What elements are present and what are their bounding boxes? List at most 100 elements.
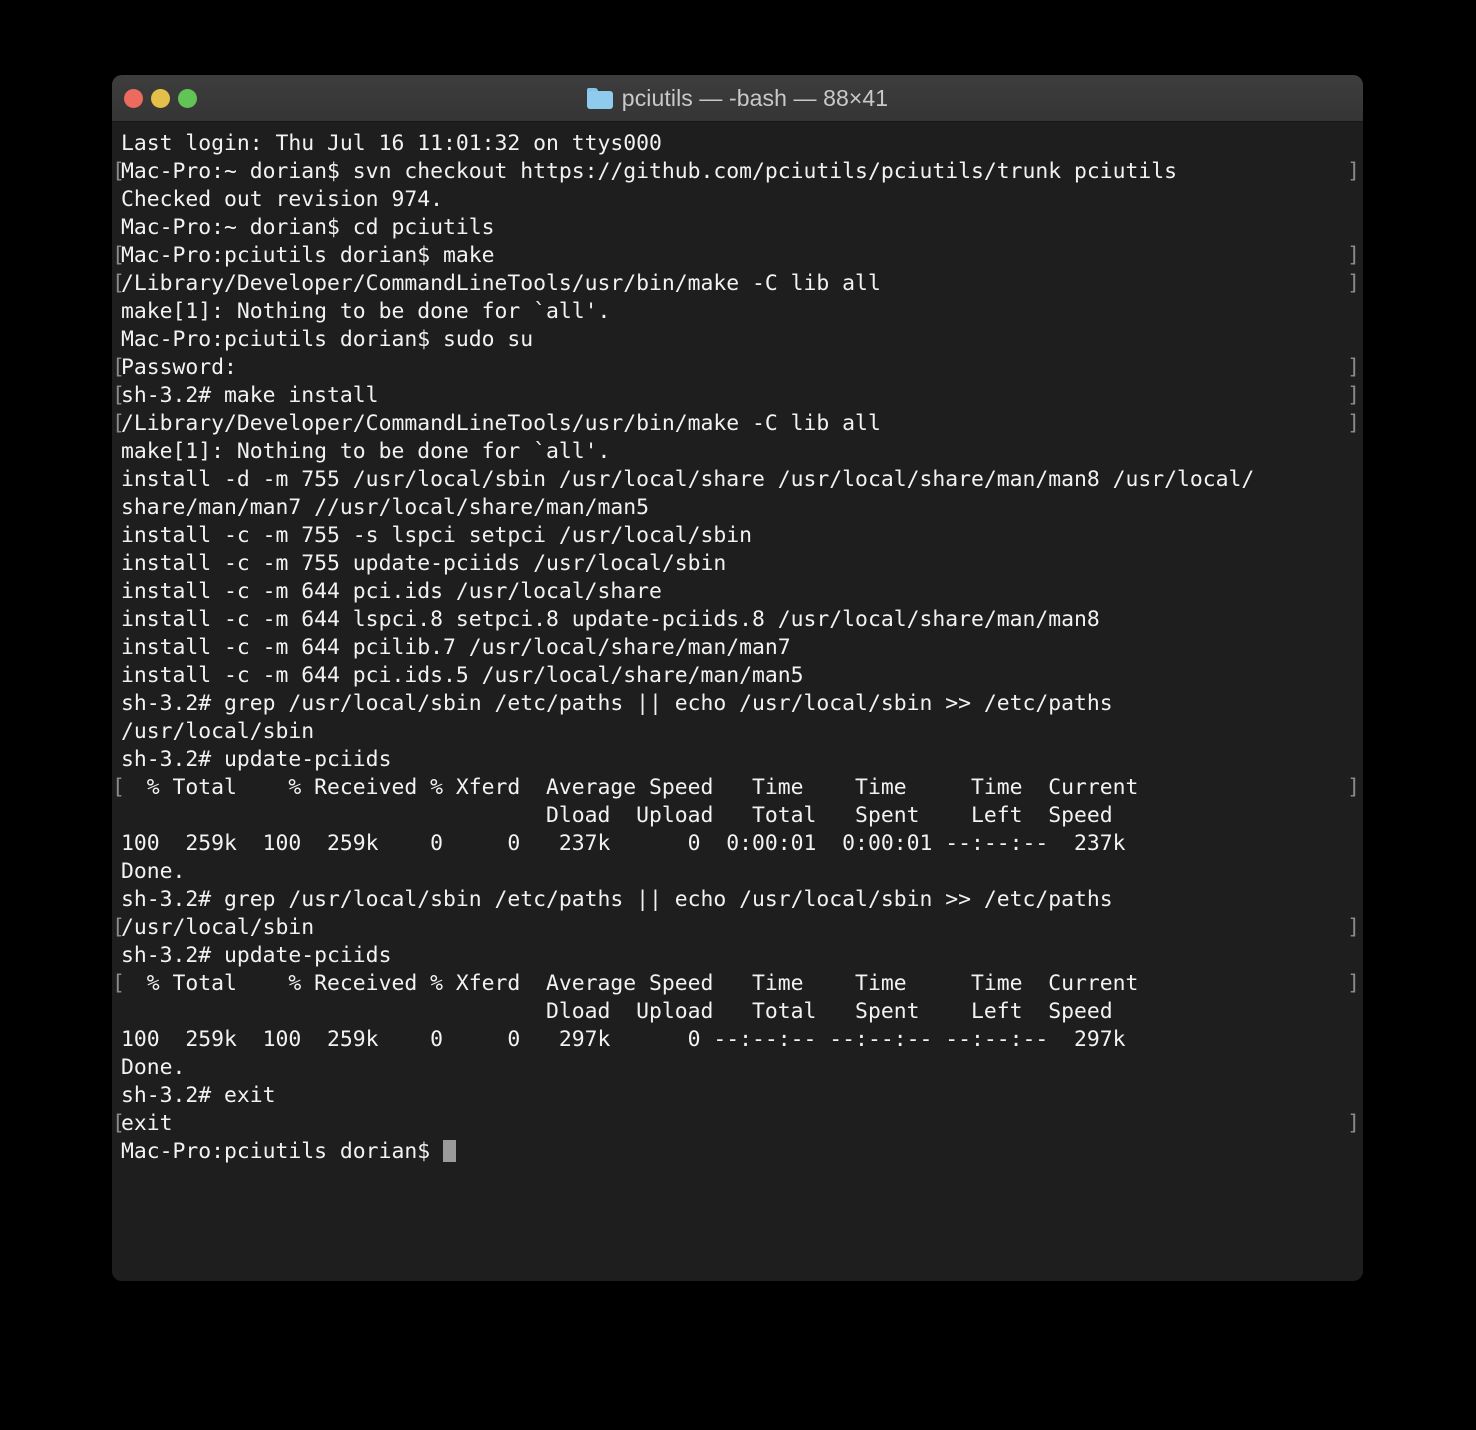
terminal-line-text: /Library/Developer/CommandLineTools/usr/… <box>121 271 881 296</box>
terminal-line: sh-3.2# update-pciids <box>112 746 1363 774</box>
terminal-line-text: Done. <box>121 859 186 884</box>
terminal-line-text: /usr/local/sbin <box>121 719 315 744</box>
terminal-line-text: Mac-Pro:~ dorian$ svn checkout https://g… <box>121 159 1178 184</box>
terminal-line-text: Done. <box>121 1055 186 1080</box>
terminal-line: [/Library/Developer/CommandLineTools/usr… <box>112 270 1363 298</box>
terminal-line: install -d -m 755 /usr/local/sbin /usr/l… <box>112 466 1363 494</box>
terminal-line: share/man/man7 //usr/local/share/man/man… <box>112 494 1363 522</box>
traffic-light-buttons <box>124 75 197 121</box>
prompt-marker-left: [ <box>112 159 125 184</box>
window-title-group: pciutils — -bash — 88×41 <box>586 84 889 112</box>
terminal-line-text: sh-3.2# update-pciids <box>121 943 392 968</box>
terminal-line-text: Dload Upload Total Spent Left Speed <box>121 999 1113 1024</box>
prompt-marker-right: ] <box>1347 271 1360 296</box>
terminal-window[interactable]: pciutils — -bash — 88×41 Last login: Thu… <box>112 75 1363 1281</box>
minimize-window-button[interactable] <box>151 88 170 108</box>
prompt-marker-right: ] <box>1347 915 1360 940</box>
terminal-line: install -c -m 644 pci.ids.5 /usr/local/s… <box>112 662 1363 690</box>
terminal-line: Last login: Thu Jul 16 11:01:32 on ttys0… <box>112 130 1363 158</box>
prompt-marker-right: ] <box>1347 775 1360 800</box>
terminal-line: [Password:] <box>112 354 1363 382</box>
terminal-line: make[1]: Nothing to be done for `all'. <box>112 438 1363 466</box>
prompt-marker-right: ] <box>1347 243 1360 268</box>
terminal-line: Done. <box>112 858 1363 886</box>
prompt-marker-left: [ <box>112 775 125 800</box>
terminal-line: sh-3.2# update-pciids <box>112 942 1363 970</box>
terminal-line: Done. <box>112 1054 1363 1082</box>
terminal-line-text: make[1]: Nothing to be done for `all'. <box>121 299 611 324</box>
prompt-marker-right: ] <box>1347 159 1360 184</box>
terminal-line: make[1]: Nothing to be done for `all'. <box>112 298 1363 326</box>
terminal-line: sh-3.2# exit <box>112 1082 1363 1110</box>
terminal-line-text: sh-3.2# update-pciids <box>121 747 392 772</box>
prompt-marker-left: [ <box>112 243 125 268</box>
prompt-marker-right: ] <box>1347 383 1360 408</box>
terminal-line-text: Checked out revision 974. <box>121 187 443 212</box>
terminal-line-text: sh-3.2# exit <box>121 1083 276 1108</box>
prompt-marker-left: [ <box>112 411 125 436</box>
terminal-line-text: install -c -m 755 update-pciids /usr/loc… <box>121 551 727 576</box>
terminal-line-text: Last login: Thu Jul 16 11:01:32 on ttys0… <box>121 131 662 156</box>
terminal-line: sh-3.2# grep /usr/local/sbin /etc/paths … <box>112 690 1363 718</box>
window-titlebar[interactable]: pciutils — -bash — 88×41 <box>112 75 1363 122</box>
prompt-marker-right: ] <box>1347 1111 1360 1136</box>
prompt-marker-right: ] <box>1347 411 1360 436</box>
terminal-line-text: /Library/Developer/CommandLineTools/usr/… <box>121 411 881 436</box>
prompt-marker-left: [ <box>112 971 125 996</box>
terminal-line: Dload Upload Total Spent Left Speed <box>112 802 1363 830</box>
terminal-line-text: install -c -m 644 pci.ids /usr/local/sha… <box>121 579 662 604</box>
prompt-marker-right: ] <box>1347 355 1360 380</box>
terminal-line-text: install -c -m 644 pcilib.7 /usr/local/sh… <box>121 635 791 660</box>
prompt-marker-left: [ <box>112 271 125 296</box>
terminal-line-text: 100 259k 100 259k 0 0 297k 0 --:--:-- --… <box>121 1027 1126 1052</box>
terminal-prompt-line: Mac-Pro:pciutils dorian$ <box>112 1138 1363 1166</box>
terminal-line: install -c -m 644 pci.ids /usr/local/sha… <box>112 578 1363 606</box>
terminal-line: 100 259k 100 259k 0 0 237k 0 0:00:01 0:0… <box>112 830 1363 858</box>
terminal-line: install -c -m 755 update-pciids /usr/loc… <box>112 550 1363 578</box>
terminal-line: Mac-Pro:pciutils dorian$ sudo su <box>112 326 1363 354</box>
terminal-line-text: sh-3.2# grep /usr/local/sbin /etc/paths … <box>121 691 1113 716</box>
terminal-output-area[interactable]: Last login: Thu Jul 16 11:01:32 on ttys0… <box>112 122 1363 1281</box>
terminal-line: [ % Total % Received % Xferd Average Spe… <box>112 774 1363 802</box>
terminal-line-text: % Total % Received % Xferd Average Speed… <box>121 971 1139 996</box>
terminal-line-text: % Total % Received % Xferd Average Speed… <box>121 775 1139 800</box>
terminal-line-text: install -c -m 644 pci.ids.5 /usr/local/s… <box>121 663 804 688</box>
prompt-marker-right: ] <box>1347 971 1360 996</box>
prompt-marker-left: [ <box>112 383 125 408</box>
terminal-line: [/Library/Developer/CommandLineTools/usr… <box>112 410 1363 438</box>
terminal-line-text: install -c -m 755 -s lspci setpci /usr/l… <box>121 523 753 548</box>
terminal-line: [sh-3.2# make install] <box>112 382 1363 410</box>
text-cursor <box>442 1140 456 1162</box>
terminal-line: install -c -m 755 -s lspci setpci /usr/l… <box>112 522 1363 550</box>
terminal-line: Checked out revision 974. <box>112 186 1363 214</box>
folder-icon <box>586 87 613 109</box>
terminal-line: [ % Total % Received % Xferd Average Spe… <box>112 970 1363 998</box>
terminal-line-text: make[1]: Nothing to be done for `all'. <box>121 439 611 464</box>
terminal-line: install -c -m 644 pcilib.7 /usr/local/sh… <box>112 634 1363 662</box>
terminal-line-text: install -c -m 644 lspci.8 setpci.8 updat… <box>121 607 1100 632</box>
maximize-window-button[interactable] <box>178 88 197 108</box>
terminal-line-text: sh-3.2# make install <box>121 383 379 408</box>
terminal-line: [Mac-Pro:pciutils dorian$ make] <box>112 242 1363 270</box>
terminal-line-text: Mac-Pro:pciutils dorian$ make <box>121 243 495 268</box>
terminal-line-text: /usr/local/sbin <box>121 915 315 940</box>
terminal-line: Mac-Pro:~ dorian$ cd pciutils <box>112 214 1363 242</box>
shell-prompt: Mac-Pro:pciutils dorian$ <box>121 1139 443 1164</box>
terminal-line: 100 259k 100 259k 0 0 297k 0 --:--:-- --… <box>112 1026 1363 1054</box>
terminal-line-text: Mac-Pro:pciutils dorian$ sudo su <box>121 327 534 352</box>
terminal-line: /usr/local/sbin <box>112 718 1363 746</box>
close-window-button[interactable] <box>124 88 143 108</box>
prompt-marker-left: [ <box>112 355 125 380</box>
terminal-line: [/usr/local/sbin] <box>112 914 1363 942</box>
terminal-line: Dload Upload Total Spent Left Speed <box>112 998 1363 1026</box>
terminal-line: [Mac-Pro:~ dorian$ svn checkout https://… <box>112 158 1363 186</box>
terminal-line: [exit] <box>112 1110 1363 1138</box>
terminal-line-text: exit <box>121 1111 173 1136</box>
terminal-line-text: Dload Upload Total Spent Left Speed <box>121 803 1113 828</box>
window-title: pciutils — -bash — 88×41 <box>621 84 889 111</box>
terminal-line-text: Mac-Pro:~ dorian$ cd pciutils <box>121 215 495 240</box>
terminal-line: install -c -m 644 lspci.8 setpci.8 updat… <box>112 606 1363 634</box>
terminal-line-text: sh-3.2# grep /usr/local/sbin /etc/paths … <box>121 887 1113 912</box>
prompt-marker-left: [ <box>112 1111 125 1136</box>
prompt-marker-left: [ <box>112 915 125 940</box>
